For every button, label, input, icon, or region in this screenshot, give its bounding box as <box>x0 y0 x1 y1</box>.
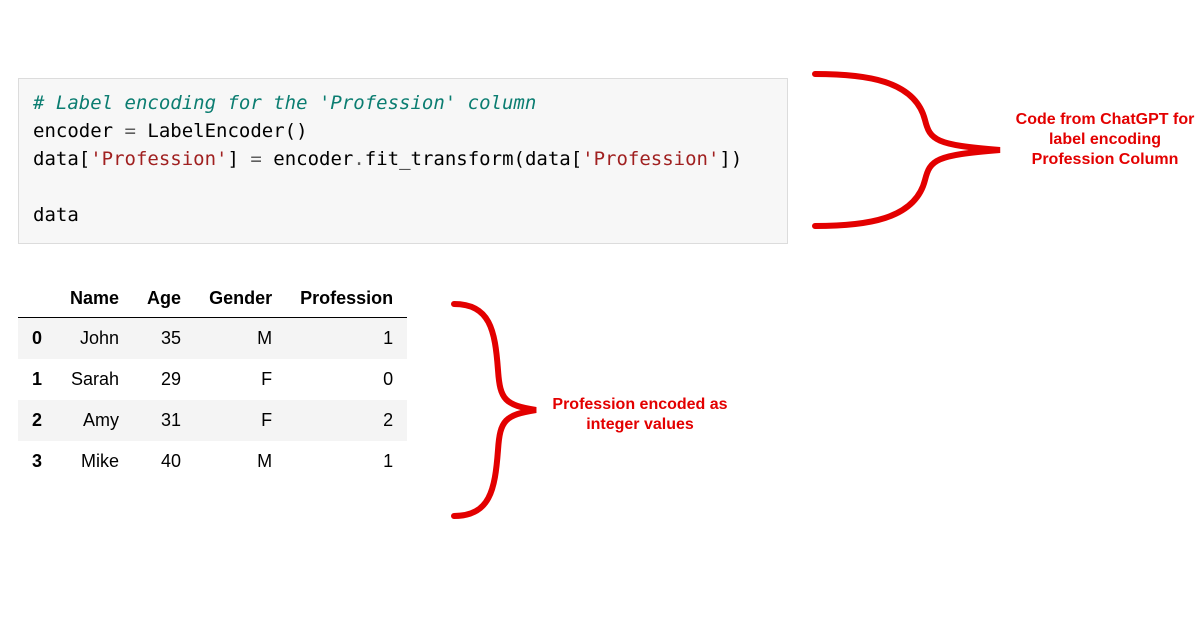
table-row: 1 Sarah 29 F 0 <box>18 359 407 400</box>
code-text: encoder <box>262 148 354 170</box>
code-text: ] <box>227 148 250 170</box>
code-comment: # Label encoding for the 'Profession' co… <box>33 92 536 114</box>
code-string: 'Profession' <box>582 148 719 170</box>
table-row: 3 Mike 40 M 1 <box>18 441 407 482</box>
brace-icon <box>440 290 540 530</box>
cell-gender: M <box>195 441 286 482</box>
code-dot: . <box>353 148 364 170</box>
table-header: Age <box>133 280 195 318</box>
cell-age: 35 <box>133 318 195 360</box>
table-header: Name <box>56 280 133 318</box>
table-row: 2 Amy 31 F 2 <box>18 400 407 441</box>
table-header: Gender <box>195 280 286 318</box>
cell-age: 29 <box>133 359 195 400</box>
code-operator: = <box>250 148 261 170</box>
code-text: data[ <box>33 148 90 170</box>
cell-profession: 2 <box>286 400 407 441</box>
row-index: 0 <box>18 318 56 360</box>
table-header: Profession <box>286 280 407 318</box>
code-string: 'Profession' <box>90 148 227 170</box>
table-row: 0 John 35 M 1 <box>18 318 407 360</box>
row-index: 2 <box>18 400 56 441</box>
cell-age: 31 <box>133 400 195 441</box>
output-table: Name Age Gender Profession 0 John 35 M 1… <box>18 280 407 482</box>
cell-name: John <box>56 318 133 360</box>
code-text: data <box>33 204 79 226</box>
code-block: # Label encoding for the 'Profession' co… <box>18 78 788 244</box>
cell-name: Amy <box>56 400 133 441</box>
brace-icon <box>795 60 1005 240</box>
cell-profession: 0 <box>286 359 407 400</box>
cell-gender: F <box>195 400 286 441</box>
row-index: 3 <box>18 441 56 482</box>
code-text: fit_transform(data[ <box>365 148 582 170</box>
code-text: encoder <box>33 120 125 142</box>
code-text: ]) <box>719 148 742 170</box>
annotation-code: Code from ChatGPT for label encoding Pro… <box>1015 110 1195 170</box>
table-corner <box>18 280 56 318</box>
cell-name: Sarah <box>56 359 133 400</box>
row-index: 1 <box>18 359 56 400</box>
annotation-table: Profession encoded as integer values <box>540 395 740 435</box>
cell-profession: 1 <box>286 441 407 482</box>
cell-age: 40 <box>133 441 195 482</box>
cell-gender: M <box>195 318 286 360</box>
cell-gender: F <box>195 359 286 400</box>
cell-name: Mike <box>56 441 133 482</box>
cell-profession: 1 <box>286 318 407 360</box>
code-text: LabelEncoder() <box>136 120 308 142</box>
code-operator: = <box>125 120 136 142</box>
